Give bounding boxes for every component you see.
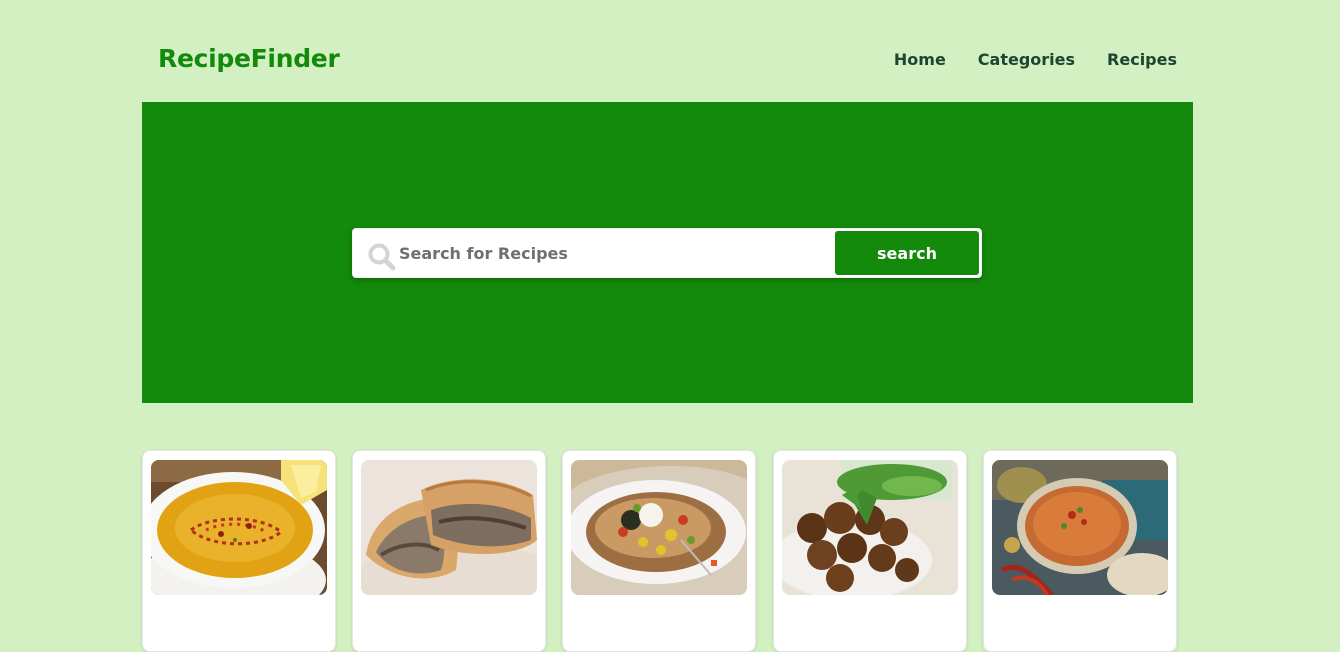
recipe-cards [142,450,1193,652]
recipe-card[interactable] [773,450,967,652]
site-header: RecipeFinder Home Categories Recipes [142,0,1193,102]
recipe-card[interactable] [352,450,546,652]
stuffed-potato-image [571,460,747,595]
tomato-soup-image [992,460,1168,595]
recipe-card[interactable] [983,450,1177,652]
search-button[interactable]: search [835,231,979,275]
falafel-image [782,460,958,595]
nav-home-link[interactable]: Home [894,50,946,69]
search-icon [368,243,396,271]
search-bar: search [352,228,982,278]
lentil-soup-image [151,460,327,595]
nav-categories-link[interactable]: Categories [978,50,1075,69]
hero-banner: search [142,102,1193,403]
nav-recipes-link[interactable]: Recipes [1107,50,1177,69]
recipe-card[interactable] [562,450,756,652]
main-nav: Home Categories Recipes [894,50,1177,69]
meat-pastry-image [361,460,537,595]
search-input[interactable] [399,229,829,277]
site-logo[interactable]: RecipeFinder [158,44,340,73]
recipe-card[interactable] [142,450,336,652]
